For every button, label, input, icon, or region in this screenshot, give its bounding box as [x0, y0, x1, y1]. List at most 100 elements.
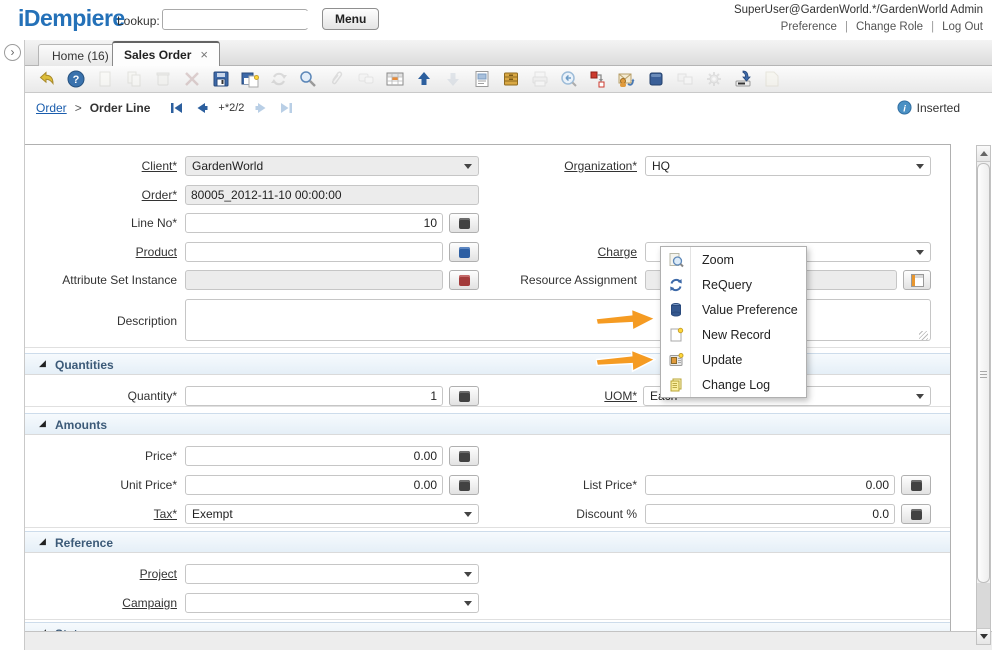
- gear-icon: [704, 69, 724, 89]
- campaign-combobox[interactable]: [185, 593, 479, 613]
- order-label[interactable]: Order*: [25, 188, 177, 202]
- product-label[interactable]: Product: [25, 245, 177, 259]
- save-button[interactable]: [211, 69, 231, 89]
- arrow-up-icon: [414, 69, 434, 89]
- grid-toggle-button[interactable]: [385, 69, 405, 89]
- discount-field[interactable]: [645, 504, 895, 524]
- charge-label[interactable]: Charge: [485, 245, 637, 259]
- tab-home[interactable]: Home (16): [38, 44, 123, 66]
- previous-record-button[interactable]: [193, 100, 210, 116]
- chevron-down-icon[interactable]: [464, 601, 472, 610]
- record-indicator: +*2/2: [218, 102, 244, 114]
- first-record-button[interactable]: [168, 100, 185, 116]
- tax-label[interactable]: Tax*: [25, 507, 177, 521]
- section-collapse-icon[interactable]: ◢: [39, 536, 46, 547]
- vertical-scrollbar[interactable]: [976, 145, 991, 645]
- change-log-icon: [668, 377, 684, 393]
- chevron-down-icon[interactable]: [916, 394, 924, 403]
- section-status[interactable]: ◢ Status: [25, 622, 951, 631]
- attribute-set-button[interactable]: [449, 270, 479, 290]
- tab-sales-order[interactable]: Sales Order ×: [112, 41, 220, 66]
- quantity-field[interactable]: [185, 386, 443, 406]
- south-panel: [25, 631, 992, 650]
- description-field[interactable]: [185, 299, 931, 341]
- row-separator: [25, 527, 951, 528]
- quantity-calculator-button[interactable]: [449, 386, 479, 406]
- scrollbar-up-button[interactable]: [977, 146, 990, 162]
- log-out-link[interactable]: Log Out: [942, 21, 983, 33]
- price-field[interactable]: [185, 446, 443, 466]
- resource-schedule-button[interactable]: [903, 270, 931, 290]
- list-price-field[interactable]: [645, 475, 895, 495]
- context-menu-item-change-log[interactable]: Change Log: [661, 372, 806, 397]
- client-label[interactable]: Client*: [25, 159, 177, 173]
- attachment-button: [327, 69, 347, 89]
- new-record-icon: [668, 327, 684, 343]
- product-field[interactable]: [185, 242, 443, 262]
- line-no-field[interactable]: [185, 213, 443, 233]
- context-menu-item-requery[interactable]: ReQuery: [661, 272, 806, 297]
- save-create-new-button[interactable]: [240, 69, 260, 89]
- new-document-icon: [95, 69, 115, 89]
- section-amounts[interactable]: ◢ Amounts: [25, 413, 951, 435]
- undo-button[interactable]: [37, 69, 57, 89]
- lookup-combobox[interactable]: [162, 9, 308, 30]
- chat-icon: [356, 69, 376, 89]
- organization-combobox[interactable]: HQ: [645, 156, 931, 176]
- section-reference[interactable]: ◢ Reference: [25, 531, 951, 553]
- menu-button[interactable]: Menu: [322, 8, 379, 30]
- context-menu-item-new-record[interactable]: New Record: [661, 322, 806, 347]
- chevron-down-icon[interactable]: [464, 512, 472, 521]
- list-price-calculator-button[interactable]: [901, 475, 931, 495]
- scrollbar-track[interactable]: [977, 583, 990, 630]
- section-collapse-icon[interactable]: ◢: [39, 418, 46, 429]
- preference-link[interactable]: Preference: [781, 21, 837, 33]
- product-search-button[interactable]: [449, 242, 479, 262]
- sidebar-expand-button[interactable]: ›: [4, 44, 21, 61]
- section-quantities[interactable]: ◢ Quantities: [25, 353, 951, 375]
- change-role-link[interactable]: Change Role: [856, 21, 923, 33]
- help-button[interactable]: ?: [66, 69, 86, 89]
- organization-label[interactable]: Organization*: [485, 159, 637, 173]
- requests-button[interactable]: [617, 69, 637, 89]
- unit-price-calculator-button[interactable]: [449, 475, 479, 495]
- idempiere-window: iDempiere Lookup: Menu SuperUser@GardenW…: [0, 0, 992, 650]
- context-menu-item-value-preference[interactable]: Value Preference: [661, 297, 806, 322]
- scrollbar-down-button[interactable]: [977, 628, 990, 644]
- breadcrumb-order-link[interactable]: Order: [36, 101, 67, 115]
- discount-calculator-button[interactable]: [901, 504, 931, 524]
- chevron-down-icon[interactable]: [916, 250, 924, 259]
- workflow-button[interactable]: [588, 69, 608, 89]
- chevron-down-icon[interactable]: [464, 572, 472, 581]
- uom-label[interactable]: UOM*: [485, 389, 637, 403]
- close-icon[interactable]: ×: [200, 47, 208, 62]
- chevron-down-icon[interactable]: [916, 164, 924, 173]
- report-button[interactable]: [472, 69, 492, 89]
- detail-record-button: [443, 69, 463, 89]
- parent-record-button[interactable]: [414, 69, 434, 89]
- section-collapse-icon[interactable]: ◢: [39, 358, 46, 369]
- zoom-across-button[interactable]: [559, 69, 579, 89]
- delete-selected-button: [182, 69, 202, 89]
- unit-price-field[interactable]: [185, 475, 443, 495]
- export-button[interactable]: [733, 69, 753, 89]
- trash-icon: [153, 69, 173, 89]
- context-menu-item-update[interactable]: Update: [661, 347, 806, 372]
- price-calculator-button[interactable]: [449, 446, 479, 466]
- link-separator: |: [931, 21, 934, 33]
- lookup-input[interactable]: [163, 11, 326, 28]
- archive-button[interactable]: [501, 69, 521, 89]
- project-combobox[interactable]: [185, 564, 479, 584]
- product-info-button[interactable]: [646, 69, 666, 89]
- tax-combobox[interactable]: Exempt: [185, 504, 479, 524]
- arrow-down-icon: [443, 69, 463, 89]
- scrollbar-thumb[interactable]: [977, 163, 990, 583]
- header-links: Preference | Change Role | Log Out: [781, 21, 983, 33]
- campaign-label[interactable]: Campaign: [25, 596, 177, 610]
- order-field: [185, 185, 479, 205]
- line-no-calculator-button[interactable]: [449, 213, 479, 233]
- find-button[interactable]: [298, 69, 318, 89]
- project-label[interactable]: Project: [25, 567, 177, 581]
- annotation-arrow-update: [595, 347, 656, 374]
- context-menu-item-zoom[interactable]: Zoom: [661, 247, 806, 272]
